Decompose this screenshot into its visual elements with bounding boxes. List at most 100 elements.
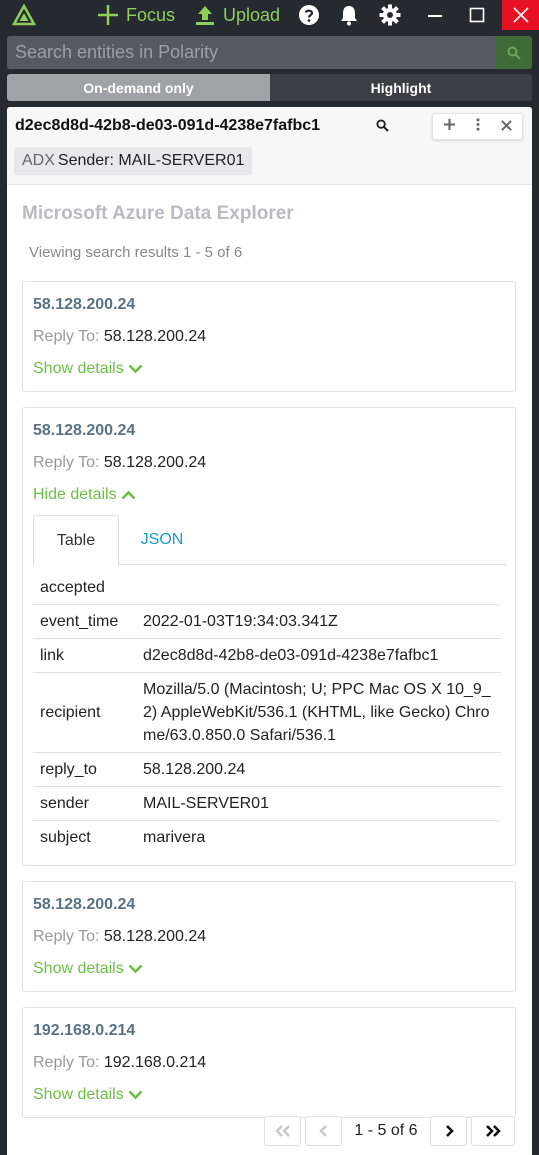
entity-value: d2ec8d8d-42b8-de03-091d-4238e7fafbc1 [15, 117, 321, 134]
table-row: sender MAIL-SERVER01 [33, 786, 501, 821]
reply-to-value: 58.128.200.24 [103, 328, 207, 345]
row-value: marivera [143, 829, 206, 846]
result-title: 58.128.200.24 [33, 296, 136, 313]
chevron-down-icon [128, 964, 143, 974]
entity-tag: ADX Sender: MAIL-SERVER01 [14, 147, 253, 175]
upload-button[interactable]: Upload [195, 0, 280, 30]
details-tabs: Table JSON [33, 515, 507, 566]
toggle-label: Show details [33, 1086, 124, 1103]
row-key: sender [33, 786, 136, 821]
table-row: subject marivera [33, 821, 501, 855]
row-value: MAIL-SERVER01 [136, 786, 501, 821]
mode-toggle: On-demand only Highlight [7, 74, 532, 101]
show-details-link[interactable]: Show details [33, 360, 143, 378]
search-icon [507, 46, 521, 60]
show-details-link[interactable]: Show details [33, 960, 143, 978]
results-panel: d2ec8d8d-42b8-de03-091d-4238e7fafbc1 ADX… [7, 107, 532, 1155]
pagination: 1 - 5 of 6 [264, 1116, 515, 1146]
table-row: reply_to 58.128.200.24 [33, 752, 501, 787]
row-value: 2022-01-03T19:34:03.341Z [136, 604, 501, 639]
toggle-label: Show details [33, 960, 124, 977]
reply-to-field: Reply To: 192.168.0.214 [33, 1054, 206, 1072]
details-table: accepted event_time 2022-01-03T19:34:03.3… [33, 571, 501, 854]
chevron-up-icon [121, 490, 136, 500]
entity-tag-label: Sender: MAIL-SERVER01 [57, 152, 245, 169]
reply-to-value: 58.128.200.24 [103, 454, 207, 471]
page-indicator: 1 - 5 of 6 [354, 1122, 418, 1139]
search-button[interactable] [495, 36, 532, 69]
table-row: accepted [33, 571, 501, 605]
reply-to-value: 192.168.0.214 [103, 1054, 207, 1071]
result-card: 192.168.0.214 Reply To: 192.168.0.214 Sh… [22, 1007, 516, 1118]
double-chevron-left-icon [274, 1125, 290, 1137]
result-card: 58.128.200.24 Reply To: 58.128.200.24 Sh… [22, 881, 516, 992]
table-row: recipient Mozilla/5.0 (Macintosh; U; PPC … [33, 672, 501, 753]
reply-to-label: Reply To: [33, 928, 100, 945]
chevron-down-icon [128, 1090, 143, 1100]
minimize-icon[interactable] [420, 0, 450, 30]
row-key: accepted [33, 571, 136, 605]
result-title: 192.168.0.214 [33, 1022, 136, 1039]
gear-icon[interactable] [375, 0, 405, 30]
polarity-logo-icon[interactable] [12, 0, 36, 30]
on-demand-toggle[interactable]: On-demand only [7, 74, 270, 101]
table-row: event_time 2022-01-03T19:34:03.341Z [33, 604, 501, 639]
reply-to-value: 58.128.200.24 [103, 928, 207, 945]
reply-to-label: Reply To: [33, 454, 100, 471]
result-card: 58.128.200.24 Reply To: 58.128.200.24 Hi… [22, 407, 516, 866]
plus-icon[interactable] [443, 118, 456, 136]
chevron-right-icon [445, 1125, 454, 1137]
prev-page-button[interactable] [305, 1116, 342, 1146]
last-page-button[interactable] [471, 1116, 515, 1146]
result-title: 58.128.200.24 [33, 896, 136, 913]
highlight-toggle[interactable]: Highlight [270, 74, 532, 101]
integration-title: Microsoft Azure Data Explorer [22, 203, 294, 224]
bell-icon[interactable] [334, 0, 364, 30]
next-page-button[interactable] [430, 1116, 467, 1146]
results-summary: Viewing search results 1 - 5 of 6 [29, 244, 243, 261]
focus-label: Focus [126, 4, 176, 25]
reply-to-field: Reply To: 58.128.200.24 [33, 328, 206, 346]
tab-table[interactable]: Table [33, 515, 119, 566]
show-details-link[interactable]: Show details [33, 1086, 143, 1104]
reply-to-label: Reply To: [33, 1054, 100, 1071]
chevron-left-icon [318, 1125, 327, 1137]
reply-to-field: Reply To: 58.128.200.24 [33, 454, 206, 472]
entity-actions [432, 113, 523, 140]
row-value: Mozilla/5.0 (Macintosh; U; PPC Mac OS X … [136, 672, 501, 753]
entity-header: d2ec8d8d-42b8-de03-091d-4238e7fafbc1 ADX… [7, 107, 532, 185]
row-value: d2ec8d8d-42b8-de03-091d-4238e7fafbc1 [136, 638, 501, 673]
upload-label: Upload [223, 4, 281, 25]
chevron-down-icon [128, 364, 143, 374]
toggle-label: Hide details [33, 486, 117, 503]
row-key: link [33, 638, 136, 673]
maximize-icon[interactable] [462, 0, 492, 30]
upload-icon [196, 6, 214, 25]
row-key: subject [40, 829, 91, 846]
hide-details-link[interactable]: Hide details [33, 486, 136, 504]
crosshair-icon [98, 5, 118, 25]
close-icon[interactable] [501, 118, 512, 136]
result-title: 58.128.200.24 [33, 422, 136, 439]
close-window-icon[interactable] [502, 0, 539, 30]
row-key: recipient [33, 672, 136, 753]
row-key: reply_to [33, 752, 136, 787]
reply-to-field: Reply To: 58.128.200.24 [33, 928, 206, 946]
double-chevron-right-icon [486, 1125, 501, 1137]
result-card: 58.128.200.24 Reply To: 58.128.200.24 Sh… [22, 281, 516, 392]
reply-to-label: Reply To: [33, 328, 100, 345]
row-value [136, 571, 501, 605]
toggle-label: Show details [33, 360, 124, 377]
first-page-button[interactable] [264, 1116, 301, 1146]
search-icon[interactable] [376, 119, 389, 137]
title-bar: Focus Upload [0, 0, 539, 30]
help-icon[interactable] [294, 0, 324, 30]
entity-type: ADX [22, 152, 55, 169]
focus-button[interactable]: Focus [97, 0, 175, 30]
tab-json[interactable]: JSON [119, 515, 205, 565]
more-options-icon[interactable] [476, 117, 480, 136]
table-row: link d2ec8d8d-42b8-de03-091d-4238e7fafbc1 [33, 638, 501, 673]
search-bar [7, 36, 532, 69]
search-input[interactable] [7, 36, 495, 69]
row-value: 58.128.200.24 [136, 752, 501, 787]
